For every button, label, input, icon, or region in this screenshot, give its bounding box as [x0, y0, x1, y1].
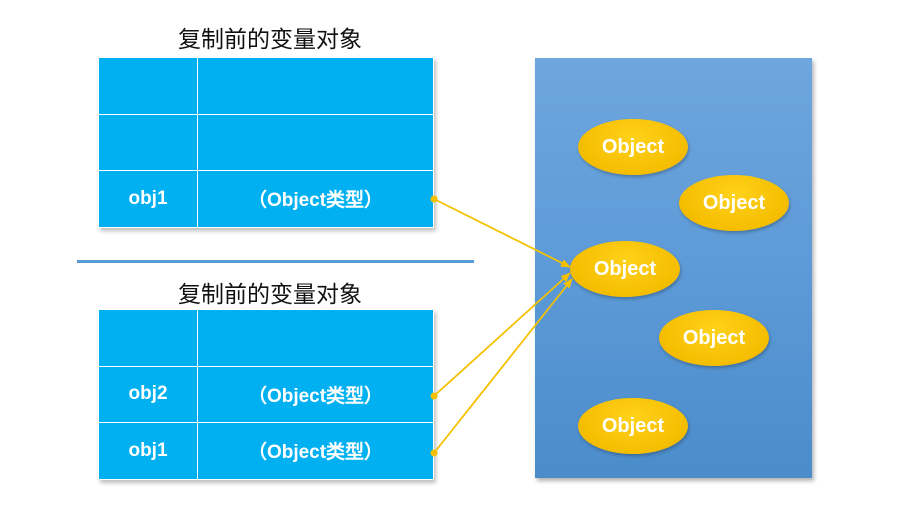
top-table-caption: 复制前的变量对象: [178, 27, 362, 53]
var-value-cell: [197, 57, 434, 115]
var-name-cell: [98, 57, 198, 115]
var-value-cell: （Object类型）: [197, 365, 434, 423]
table-row: [98, 57, 434, 115]
var-name-cell: obj2: [98, 365, 198, 423]
heap-object: Object: [578, 119, 688, 175]
var-value-cell: [197, 113, 434, 171]
bottom-variable-table: obj2 （Object类型） obj1 （Object类型）: [98, 309, 434, 480]
heap-object: Object: [659, 310, 769, 366]
table-row: obj2 （Object类型）: [98, 365, 434, 423]
table-row: obj1 （Object类型）: [98, 422, 434, 480]
var-name-cell: [98, 113, 198, 171]
var-value-cell: （Object类型）: [197, 422, 434, 480]
table-row: [98, 309, 434, 367]
table-row: [98, 113, 434, 171]
top-variable-table: obj1 （Object类型）: [98, 57, 434, 228]
section-divider: [77, 260, 474, 263]
heap-object: Object: [578, 398, 688, 454]
heap-object: Object: [679, 175, 789, 231]
var-name-cell: [98, 309, 198, 367]
var-name-cell: obj1: [98, 422, 198, 480]
table-row: obj1 （Object类型）: [98, 170, 434, 228]
bottom-table-caption: 复制前的变量对象: [178, 282, 362, 308]
var-name-cell: obj1: [98, 170, 198, 228]
var-value-cell: [197, 309, 434, 367]
heap-object-referenced: Object: [570, 241, 680, 297]
var-value-cell: （Object类型）: [197, 170, 434, 228]
